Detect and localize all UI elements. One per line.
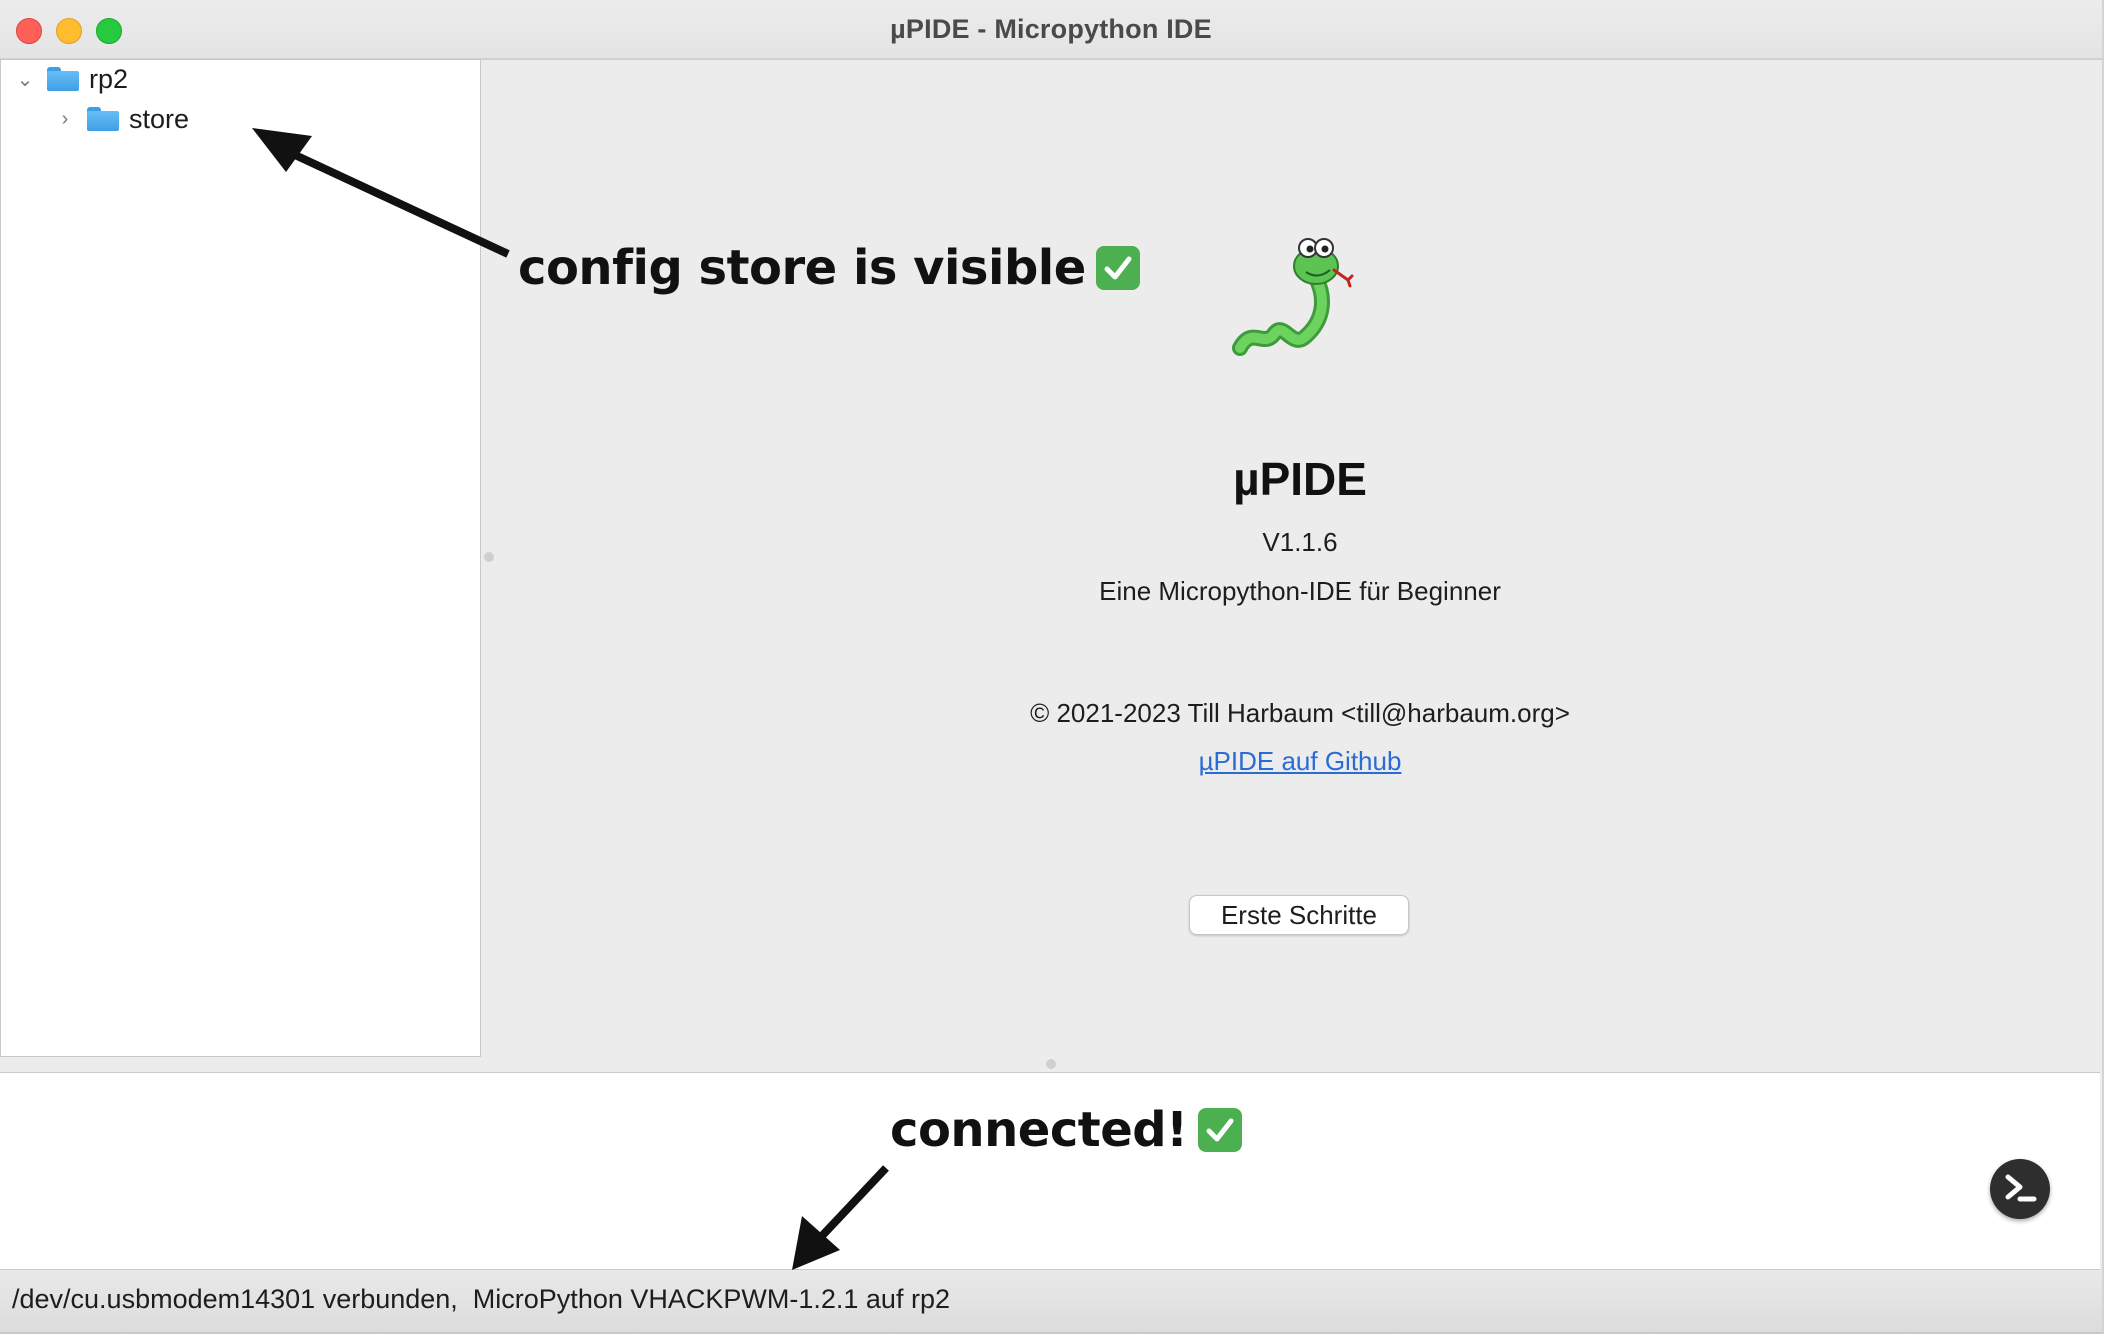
store-visible-annotation: config store is visible (518, 240, 1140, 296)
connected-annotation: connected! (890, 1102, 1242, 1158)
arrow-to-status (792, 1165, 889, 1270)
check-mark-icon (1095, 246, 1140, 290)
annotation-text: config store is visible (518, 240, 1086, 296)
annotation-text: connected! (890, 1102, 1188, 1158)
arrow-to-store (252, 128, 510, 258)
check-mark-icon (1197, 1108, 1242, 1152)
